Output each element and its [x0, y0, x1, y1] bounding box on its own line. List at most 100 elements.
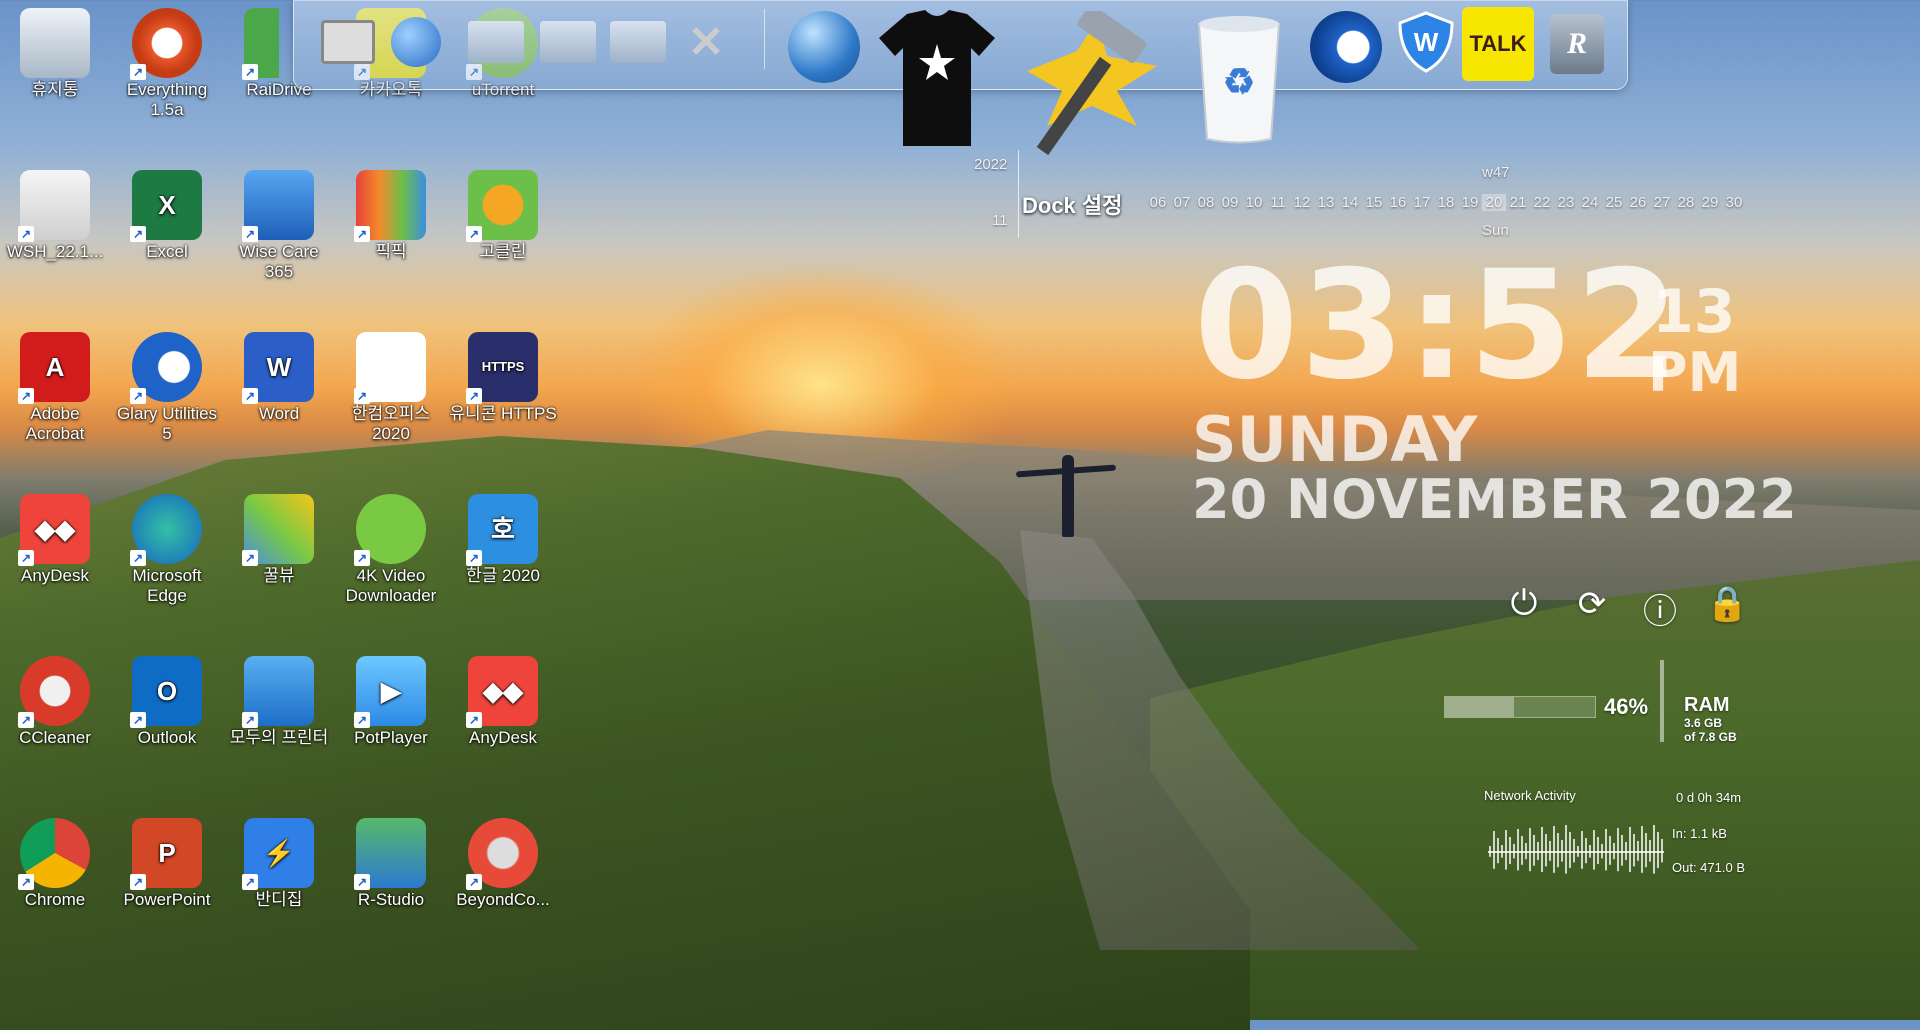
calendar-day: 27 [1653, 194, 1671, 211]
desktop-icon-anydesk[interactable]: ◆◆ ↗ AnyDesk [448, 656, 558, 748]
desktop-icon-label: 유니콘 HTTPS [449, 404, 557, 423]
bandizip-icon: ⚡ ↗ [242, 818, 314, 890]
network-icon[interactable] [386, 7, 446, 77]
desktop-icon-potplayer[interactable]: ▶ ↗ PotPlayer [336, 656, 446, 748]
desktop-icon-label: 휴지통 [31, 80, 79, 99]
beyond-compare-icon: ↗ [466, 818, 538, 890]
ram-label: RAM [1684, 694, 1730, 716]
desktop-icon-disc-image[interactable]: ↗ WSH_22.1... [0, 170, 110, 262]
desktop-icon-acrobat[interactable]: A ↗ Adobe Acrobat [0, 332, 110, 444]
shortcut-arrow-icon: ↗ [130, 712, 146, 728]
network-in: In: 1.1 kB [1672, 826, 1727, 841]
desktop-icon-hancom-office[interactable]: ↗ 한컴오피스 2020 [336, 332, 446, 444]
network-title: Network Activity [1484, 788, 1576, 803]
desktop-icon-label: 한글 2020 [466, 566, 540, 585]
shortcut-arrow-icon: ↗ [242, 388, 258, 404]
hammer-icon[interactable] [1007, 11, 1167, 161]
computer-icon[interactable] [318, 7, 378, 77]
wise-care-icon[interactable]: W [1394, 7, 1458, 77]
unicorn-https-icon: HTTPS ↗ [466, 332, 538, 404]
folder-icon[interactable] [464, 7, 528, 77]
desktop-icon-label: PowerPoint [123, 890, 211, 909]
calendar-day: 07 [1173, 194, 1191, 211]
desktop-icon-label: Excel [146, 242, 188, 261]
desktop-icon-unicorn-https[interactable]: HTTPS ↗ 유니콘 HTTPS [448, 332, 558, 424]
desktop-icon-r-studio[interactable]: ↗ R-Studio [336, 818, 446, 910]
desktop-icon-hangul[interactable]: 호 ↗ 한글 2020 [448, 494, 558, 586]
shortcut-arrow-icon: ↗ [130, 64, 146, 80]
desktop-icon-label: Microsoft Edge [132, 566, 202, 605]
desktop-icon-anydesk[interactable]: ◆◆ ↗ AnyDesk [0, 494, 110, 586]
goclean-icon: ↗ [466, 170, 538, 242]
shortcut-arrow-icon: ↗ [242, 874, 258, 890]
desktop-icon-ccleaner[interactable]: ↗ CCleaner [0, 656, 110, 748]
picpick-icon: ↗ [354, 170, 426, 242]
desktop-icon-everything-search[interactable]: ↗ Everything 1.5a [112, 8, 222, 120]
shortcut-arrow-icon: ↗ [354, 550, 370, 566]
glary-icon: ↗ [130, 332, 202, 404]
desktop-icon-chrome[interactable]: ↗ Chrome [0, 818, 110, 910]
edge-icon: ↗ [130, 494, 202, 566]
desktop-icon-label: 4K Video Downloader [345, 566, 437, 605]
desktop-icon-label: 반디집 [255, 890, 303, 909]
calendar-day: 10 [1245, 194, 1263, 211]
desktop-icon-label: PotPlayer [354, 728, 428, 747]
recycle-bin-icon[interactable]: ♻ [1184, 9, 1294, 149]
desktop-icon-picpick[interactable]: ↗ 픽픽 [336, 170, 446, 262]
kakaotalk-icon[interactable]: TALK [1462, 7, 1534, 81]
r-studio-icon[interactable]: R [1542, 7, 1612, 81]
calendar-week: w47 [1482, 164, 1510, 181]
glary-icon[interactable] [1306, 7, 1386, 87]
desktop-icon-edge[interactable]: ↗ Microsoft Edge [112, 494, 222, 606]
shortcut-arrow-icon: ↗ [130, 226, 146, 242]
sleep-icon[interactable]: ⓘ [1639, 584, 1681, 633]
desktop-icon-word[interactable]: W ↗ Word [224, 332, 334, 424]
wise-care-icon: ↗ [242, 170, 314, 242]
restart-icon[interactable]: ⟳ [1571, 584, 1613, 624]
shortcut-arrow-icon: ↗ [242, 64, 258, 80]
desktop-icon-label: Outlook [137, 728, 197, 747]
desktop-icon-printer[interactable]: ↗ 모두의 프린터 [224, 656, 334, 748]
disc-image-icon: ↗ [18, 170, 90, 242]
desktop-icon-label: 한컴오피스 2020 [351, 404, 431, 443]
shortcut-arrow-icon: ↗ [466, 388, 482, 404]
globe-icon[interactable] [784, 7, 864, 87]
folder-icon[interactable] [536, 7, 600, 77]
calendar-day: 17 [1413, 194, 1431, 211]
calendar-day: 11 [1270, 194, 1286, 211]
clock-weekday: SUNDAY [1192, 403, 1478, 476]
network-out: Out: 471.0 B [1672, 860, 1745, 875]
desktop-icon-label: BeyondCo... [456, 890, 550, 909]
tools-icon[interactable]: ✕ [676, 7, 736, 77]
lock-icon[interactable]: 🔒 [1706, 584, 1748, 624]
shortcut-arrow-icon: ↗ [130, 388, 146, 404]
desktop-icon-4k-video-downloader[interactable]: ↗ 4K Video Downloader [336, 494, 446, 606]
desktop-icon-glary[interactable]: ↗ Glary Utilities 5 [112, 332, 222, 444]
desktop-icon-recycle-bin[interactable]: 휴지통 [0, 8, 110, 100]
calendar-day: 23 [1557, 194, 1575, 211]
everything-search-icon: ↗ [130, 8, 202, 80]
desktop-icon-beyond-compare[interactable]: ↗ BeyondCo... [448, 818, 558, 910]
folder-icon[interactable] [606, 7, 670, 77]
desktop-icon-label: Adobe Acrobat [25, 404, 85, 443]
tshirt-icon[interactable] [877, 9, 997, 149]
calendar-day: 29 [1701, 194, 1719, 211]
dock-settings-tooltip: Dock 설정 [1022, 193, 1123, 218]
desktop-icon-excel[interactable]: X ↗ Excel [112, 170, 222, 262]
desktop-icon-goclean[interactable]: ↗ 고클린 [448, 170, 558, 262]
desktop-icon-wise-care[interactable]: ↗ Wise Care 365 [224, 170, 334, 282]
shortcut-arrow-icon: ↗ [18, 712, 34, 728]
desktop-icon-bandizip[interactable]: ⚡ ↗ 반디집 [224, 818, 334, 910]
desktop-icon-honeyview[interactable]: ↗ 꿀뷰 [224, 494, 334, 586]
desktop-icon-outlook[interactable]: O ↗ Outlook [112, 656, 222, 748]
desktop-icon-powerpoint[interactable]: P ↗ PowerPoint [112, 818, 222, 910]
ram-bar-fill [1445, 697, 1514, 717]
desktop-icon-label: 모두의 프린터 [229, 728, 329, 747]
calendar-day: 25 [1605, 194, 1623, 211]
word-icon: W ↗ [242, 332, 314, 404]
calendar-day: 06 [1149, 194, 1167, 211]
power-icon[interactable]: ⏻ [1503, 584, 1545, 623]
clock-ampm: PM [1648, 341, 1742, 404]
desktop-icon-label: Chrome [24, 890, 86, 909]
desktop-icon-label: WSH_22.1... [6, 242, 104, 261]
